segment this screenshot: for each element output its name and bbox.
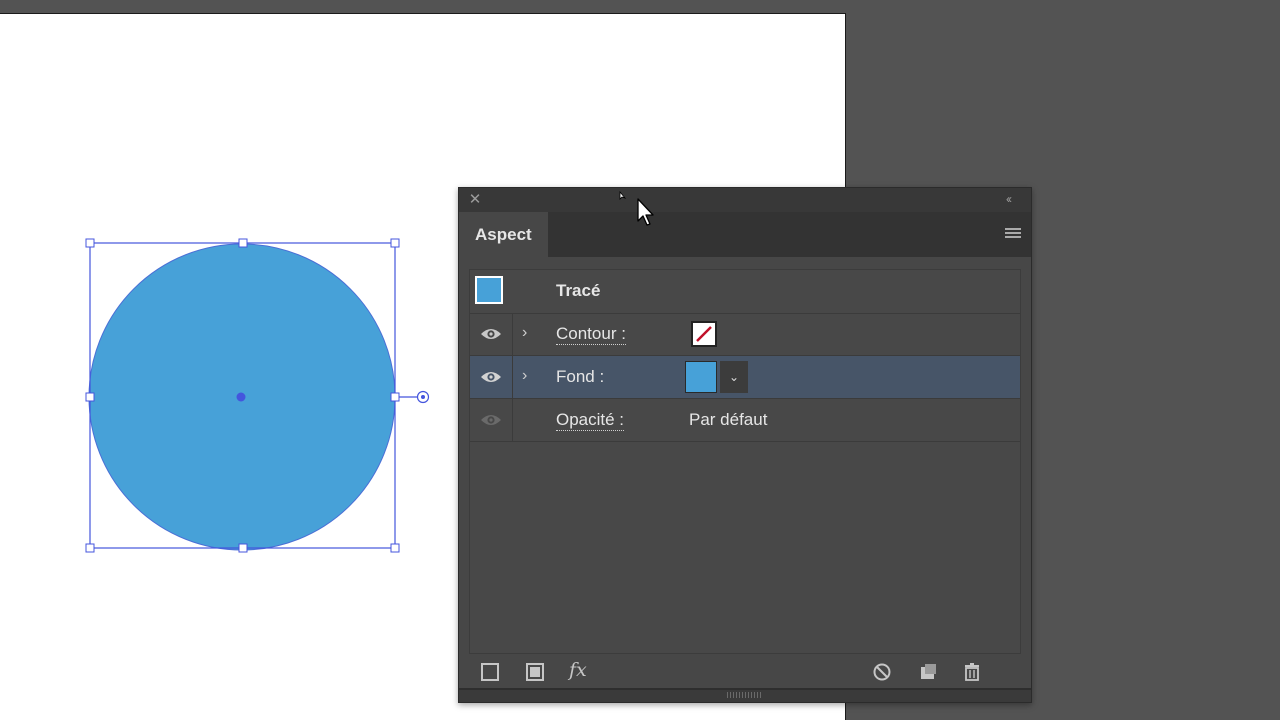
handle-middle-right[interactable] xyxy=(390,392,400,402)
fill-label: Fond : xyxy=(556,367,605,386)
appearance-header-row[interactable]: Tracé xyxy=(470,270,1020,314)
close-icon[interactable]: ✕ xyxy=(468,192,482,207)
handle-bottom-center[interactable] xyxy=(238,543,248,553)
tab-aspect[interactable]: Aspect xyxy=(459,212,548,257)
handle-top-center[interactable] xyxy=(238,238,248,248)
opacity-row[interactable]: Opacité : Par défaut xyxy=(470,399,1020,442)
fill-color-swatch[interactable] xyxy=(685,361,717,393)
add-fill-icon[interactable] xyxy=(525,662,545,682)
chevron-right-icon[interactable]: › xyxy=(522,366,527,386)
handle-bottom-left[interactable] xyxy=(85,543,95,553)
panel-titlebar[interactable]: ✕ ‹‹ xyxy=(459,188,1031,212)
fill-row[interactable]: › Fond : ⌄ xyxy=(470,356,1020,399)
mouse-pointer-icon xyxy=(637,198,654,226)
opacity-label[interactable]: Opacité : xyxy=(556,410,625,431)
handle-top-left[interactable] xyxy=(85,238,95,248)
resize-grip-icon[interactable] xyxy=(727,692,761,698)
none-slash-icon xyxy=(696,326,712,342)
add-effect-button[interactable]: fx xyxy=(569,659,587,681)
stroke-row[interactable]: › Contour : xyxy=(470,313,1020,356)
hamburger-menu-icon[interactable] xyxy=(1005,228,1021,240)
clear-appearance-icon[interactable] xyxy=(872,662,892,682)
stroke-none-swatch[interactable] xyxy=(691,321,717,347)
handle-middle-left[interactable] xyxy=(85,392,95,402)
center-point xyxy=(236,392,246,402)
add-stroke-icon[interactable] xyxy=(480,662,500,682)
panel-resize-bar[interactable] xyxy=(459,688,1031,702)
visibility-toggle-fill[interactable] xyxy=(470,356,513,398)
duplicate-item-icon[interactable] xyxy=(918,662,938,682)
eye-icon xyxy=(481,372,501,382)
appearance-panel: ✕ ‹‹ Aspect Tracé › Contour: › Fond: ⌄… xyxy=(458,187,1032,703)
small-cursor-icon xyxy=(619,191,627,200)
handle-bottom-right[interactable] xyxy=(390,543,400,553)
handle-top-right[interactable] xyxy=(390,238,400,248)
document-top-bar xyxy=(0,0,1280,13)
eye-icon xyxy=(481,329,501,339)
visibility-toggle-stroke[interactable] xyxy=(470,313,513,355)
trash-icon[interactable] xyxy=(962,662,982,682)
eye-icon xyxy=(481,415,501,425)
path-thumbnail xyxy=(475,276,503,304)
double-chevron-left-icon[interactable]: ‹‹ xyxy=(1006,192,1022,206)
appearance-list: Tracé › Contour : › Fond: ⌄ Opacité: P… xyxy=(469,269,1021,654)
stroke-label[interactable]: Contour : xyxy=(556,324,626,345)
chevron-right-icon[interactable]: › xyxy=(522,323,527,343)
panel-footer: fx xyxy=(459,656,1031,688)
panel-tab-strip: Aspect xyxy=(459,212,1031,257)
illustrator-workspace: ✕ ‹‹ Aspect Tracé › Contour: › Fond: ⌄… xyxy=(0,0,1280,720)
chevron-down-icon[interactable]: ⌄ xyxy=(720,361,748,393)
visibility-toggle-opacity xyxy=(470,399,513,441)
radius-widget-handle[interactable] xyxy=(416,390,430,404)
appearance-header-label: Tracé xyxy=(556,281,601,300)
opacity-value: Par défaut xyxy=(689,410,768,429)
